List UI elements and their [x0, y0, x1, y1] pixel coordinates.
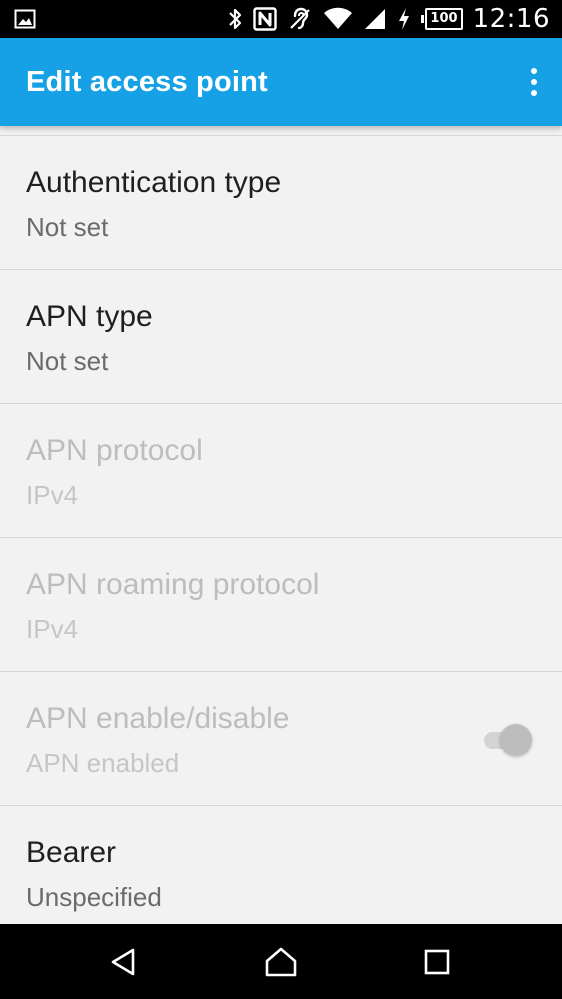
- pref-summary: IPv4: [26, 480, 79, 510]
- apn-enabled-toggle: [482, 724, 532, 756]
- back-icon[interactable]: [84, 924, 164, 999]
- navigation-bar: [0, 924, 562, 999]
- pref-title: APN enable/disable: [26, 702, 290, 735]
- pref-authentication-type[interactable]: Authentication type Not set: [0, 136, 562, 270]
- cell-signal-icon: [363, 0, 387, 38]
- nfc-icon: [253, 0, 278, 38]
- preference-list: Authentication type Not set APN type Not…: [0, 126, 562, 924]
- pref-title: APN roaming protocol: [26, 568, 320, 601]
- switch-thumb: [500, 724, 532, 756]
- pref-title: Authentication type: [26, 166, 282, 199]
- pref-title: APN protocol: [26, 434, 203, 467]
- pref-title: Bearer: [26, 836, 117, 869]
- image-notification-icon: [14, 8, 36, 30]
- pref-bearer[interactable]: Bearer Unspecified: [0, 806, 562, 924]
- pref-apn-roaming-protocol: APN roaming protocol IPv4: [0, 538, 562, 672]
- battery-level: 100: [425, 8, 463, 30]
- screen: 100 12:16 Edit access point Authenticati…: [0, 0, 562, 999]
- clock: 12:16: [472, 4, 550, 34]
- wifi-icon: [323, 0, 353, 38]
- app-bar: Edit access point: [0, 38, 562, 126]
- pref-apn-type[interactable]: APN type Not set: [0, 270, 562, 404]
- pref-title: APN type: [26, 300, 153, 333]
- page-title: Edit access point: [26, 66, 268, 98]
- more-vert-icon[interactable]: [524, 66, 544, 98]
- status-bar: 100 12:16: [0, 0, 562, 38]
- pref-summary: Not set: [26, 346, 109, 376]
- pref-apn-protocol: APN protocol IPv4: [0, 404, 562, 538]
- pref-summary: Unspecified: [26, 882, 162, 912]
- pref-summary: Not set: [26, 212, 109, 242]
- hearing-aid-icon: [287, 0, 313, 38]
- pref-apn-enable-disable: APN enable/disable APN enabled: [0, 672, 562, 806]
- home-icon[interactable]: [241, 924, 321, 999]
- recents-icon[interactable]: [397, 924, 477, 999]
- pref-summary: APN enabled: [26, 748, 180, 778]
- pref-summary: IPv4: [26, 614, 79, 644]
- bluetooth-icon: [227, 0, 243, 38]
- charging-bolt-icon: [397, 0, 411, 38]
- battery-icon: 100: [421, 0, 463, 38]
